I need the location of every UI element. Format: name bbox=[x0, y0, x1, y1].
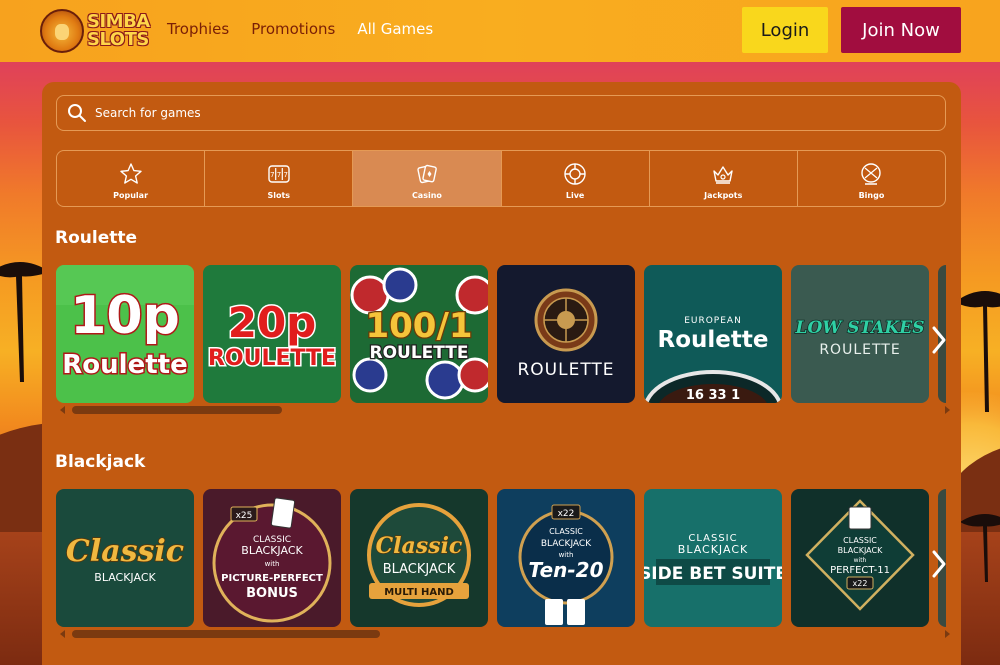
logo-line2: SLOTS bbox=[87, 29, 149, 50]
game-tile-ten-20[interactable]: x22 CLASSIC BLACKJACK with Ten-20 bbox=[497, 489, 635, 627]
section-title-roulette: Roulette bbox=[55, 228, 138, 248]
tab-jackpots[interactable]: Jackpots bbox=[650, 151, 798, 206]
tile-line4: PICTURE-PERFECT bbox=[221, 573, 323, 584]
tile-line1: CLASSIC bbox=[549, 527, 583, 536]
game-tile-perfect-11[interactable]: CLASSIC BLACKJACK with PERFECT-11 x22 bbox=[791, 489, 929, 627]
svg-text:7: 7 bbox=[283, 171, 287, 179]
svg-text:7: 7 bbox=[270, 171, 274, 179]
search-bar[interactable] bbox=[56, 95, 946, 131]
nav-promotions[interactable]: Promotions bbox=[251, 20, 335, 38]
blackjack-game-row: Classic BLACKJACK x25 CLASSIC BLACKJACK … bbox=[56, 489, 946, 629]
tab-slots[interactable]: 7 7 7 Slots bbox=[205, 151, 354, 206]
games-panel: Popular 7 7 7 Slots Casino bbox=[42, 82, 961, 665]
tile-line3: with bbox=[854, 557, 867, 564]
search-icon bbox=[68, 104, 86, 122]
game-tile-10p-roulette[interactable]: 10p Roulette bbox=[56, 265, 194, 403]
wheel-numbers: 16 33 1 bbox=[686, 388, 740, 403]
section-title-blackjack: Blackjack bbox=[55, 452, 146, 472]
crown-icon bbox=[713, 165, 733, 184]
tab-label: Slots bbox=[267, 190, 291, 200]
tile-subtitle: ROULETTE bbox=[208, 346, 336, 371]
lion-icon bbox=[40, 9, 84, 53]
tile-title: ROULETTE bbox=[517, 360, 614, 380]
tile-subtitle: Roulette bbox=[62, 350, 187, 380]
tile-line4: Ten-20 bbox=[529, 558, 604, 582]
tab-live[interactable]: Live bbox=[502, 151, 650, 206]
tile-subtitle: ROULETTE bbox=[819, 342, 900, 358]
chevron-right-icon[interactable] bbox=[924, 320, 954, 360]
tab-label: Popular bbox=[113, 190, 149, 200]
game-tile-roulette[interactable]: ROULETTE bbox=[497, 265, 635, 403]
tile-title: SIDE BET SUITE bbox=[644, 564, 782, 584]
bingo-ball-icon bbox=[861, 162, 882, 185]
scroll-right-arrow[interactable] bbox=[945, 630, 950, 638]
tab-casino[interactable]: Casino bbox=[353, 151, 502, 206]
tile-line5: BONUS bbox=[246, 586, 298, 601]
acacia-tree-small bbox=[960, 514, 1000, 582]
scroll-thumb[interactable] bbox=[72, 406, 282, 414]
tile-title: Roulette bbox=[658, 327, 769, 353]
tile-title: Classic bbox=[376, 533, 463, 559]
svg-text:7: 7 bbox=[277, 171, 281, 179]
game-tile-european-roulette[interactable]: EUROPEAN Roulette 16 33 1 bbox=[644, 265, 782, 403]
nav-all-games[interactable]: All Games bbox=[357, 20, 433, 38]
tile-line2: BLACKJACK bbox=[838, 546, 883, 555]
tab-label: Jackpots bbox=[704, 190, 743, 200]
tile-title: LOW STAKES bbox=[795, 318, 925, 338]
game-tile-picture-perfect-bonus[interactable]: x25 CLASSIC BLACKJACK with PICTURE-PERFE… bbox=[203, 489, 341, 627]
search-input[interactable] bbox=[95, 106, 895, 120]
slot-machine-icon: 7 7 7 bbox=[268, 164, 290, 183]
tab-bingo[interactable]: Bingo bbox=[798, 151, 945, 206]
acacia-tree-right bbox=[955, 291, 1000, 412]
roulette-game-row: 10p Roulette 20p ROULETTE 100/1 ROULETTE… bbox=[56, 265, 946, 405]
tile-title: 100/1 bbox=[365, 306, 472, 346]
join-now-button[interactable]: Join Now bbox=[841, 7, 961, 53]
tile-subtitle: BLACKJACK bbox=[94, 571, 156, 584]
tile-line2: BLACKJACK bbox=[678, 543, 748, 556]
chevron-right-icon[interactable] bbox=[924, 544, 954, 584]
login-button[interactable]: Login bbox=[742, 7, 828, 53]
simba-slots-logo[interactable]: SIMBA SLOTS bbox=[40, 8, 150, 54]
game-tile-20p-roulette[interactable]: 20p ROULETTE bbox=[203, 265, 341, 403]
game-tile-low-stakes-roulette[interactable]: LOW STAKES ROULETTE bbox=[791, 265, 929, 403]
tile-badge: x22 bbox=[853, 579, 868, 588]
tile-ribbon: MULTI HAND bbox=[384, 587, 454, 598]
tile-line4: PERFECT-11 bbox=[830, 565, 890, 576]
category-tabs: Popular 7 7 7 Slots Casino Live Jackpots… bbox=[56, 150, 946, 207]
tile-title: 20p bbox=[228, 298, 317, 347]
main-nav: Trophies Promotions All Games bbox=[167, 20, 433, 38]
tile-subtitle: BLACKJACK bbox=[383, 562, 456, 577]
top-header: SIMBA SLOTS Trophies Promotions All Game… bbox=[0, 0, 1000, 62]
tile-line2: BLACKJACK bbox=[241, 544, 303, 557]
tile-title: 10p bbox=[70, 286, 180, 346]
game-tile-100-1-roulette[interactable]: 100/1 ROULETTE bbox=[350, 265, 488, 403]
chip-icon bbox=[564, 162, 586, 185]
tab-label: Bingo bbox=[858, 190, 885, 200]
tile-badge: x25 bbox=[236, 511, 253, 521]
roulette-scrollbar[interactable] bbox=[56, 405, 950, 415]
tile-line2: BLACKJACK bbox=[541, 539, 592, 549]
nav-trophies[interactable]: Trophies bbox=[167, 20, 229, 38]
star-icon bbox=[119, 162, 142, 184]
scroll-left-arrow[interactable] bbox=[60, 630, 65, 638]
game-tile-side-bet-suite[interactable]: CLASSIC BLACKJACK SIDE BET SUITE bbox=[644, 489, 782, 627]
tile-line1: CLASSIC bbox=[843, 536, 877, 545]
tile-subtitle: ROULETTE bbox=[370, 343, 469, 363]
blackjack-scrollbar[interactable] bbox=[56, 629, 950, 639]
scroll-left-arrow[interactable] bbox=[60, 406, 65, 414]
tab-popular[interactable]: Popular bbox=[57, 151, 206, 206]
game-tile-multi-hand[interactable]: Classic BLACKJACK MULTI HAND bbox=[350, 489, 488, 627]
tile-line3: with bbox=[265, 560, 280, 568]
scroll-right-arrow[interactable] bbox=[945, 406, 950, 414]
tile-title: Classic bbox=[66, 534, 184, 569]
cards-icon bbox=[417, 164, 437, 183]
tab-label: Casino bbox=[411, 190, 442, 200]
tile-badge: x22 bbox=[558, 509, 575, 519]
scroll-thumb[interactable] bbox=[72, 630, 380, 638]
game-tile-classic-blackjack[interactable]: Classic BLACKJACK bbox=[56, 489, 194, 627]
tab-label: Live bbox=[565, 190, 585, 200]
tile-subtitle: EUROPEAN bbox=[684, 316, 742, 326]
